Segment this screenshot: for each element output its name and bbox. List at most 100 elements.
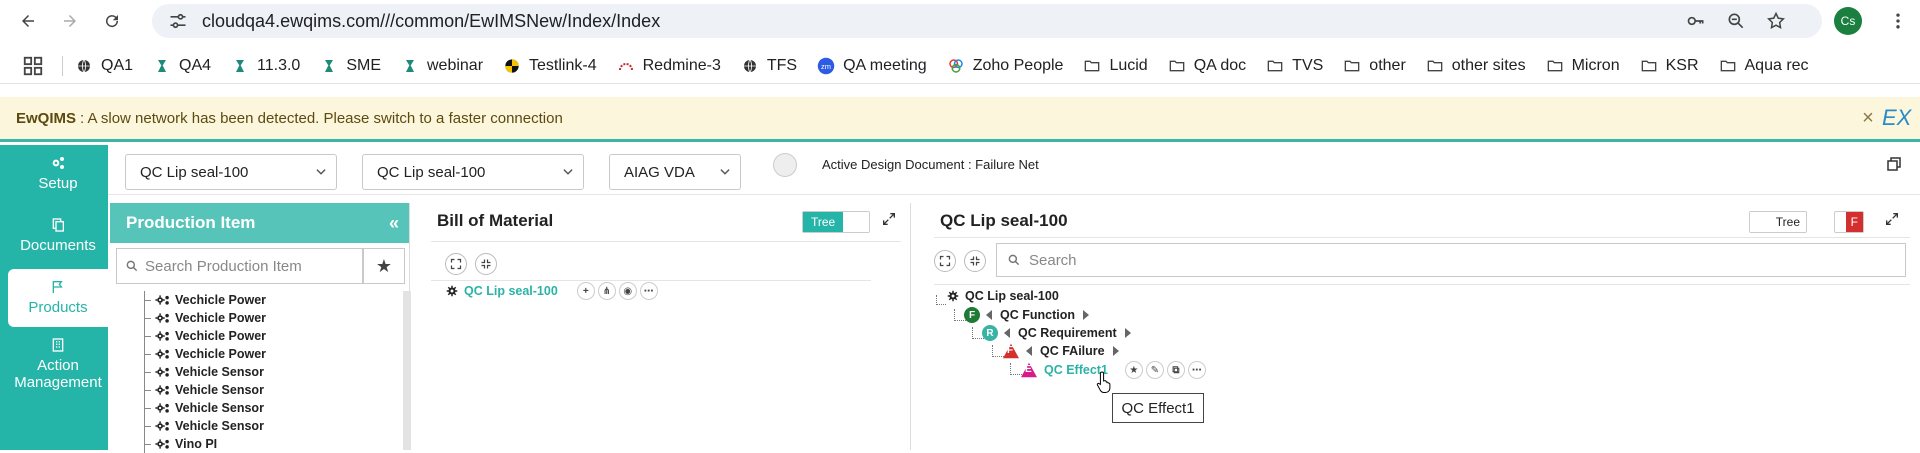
edit-icon[interactable]: ✎ [1145,361,1164,379]
production-scrollbar[interactable] [403,291,411,450]
back-button[interactable] [10,3,46,39]
bookmark-tfs[interactable]: TFS [741,57,797,75]
folder-icon [1426,57,1444,75]
bom-collapse-all-button[interactable] [475,253,497,275]
nav-item-documents[interactable]: Documents [8,217,108,254]
key-icon[interactable] [1686,11,1706,31]
caret-left-icon[interactable] [1026,346,1032,356]
star-icon[interactable]: ★ [1124,361,1143,379]
bookmark-testlink-4[interactable]: Testlink-4 [503,57,597,75]
tree-line [138,435,152,453]
production-tree-item[interactable]: Vechicle Power [138,309,400,327]
bookmark-label: QA meeting [843,56,927,74]
address-bar[interactable]: cloudqa4.ewqims.com///common/EwIMSNew/In… [152,4,1822,38]
reload-button[interactable] [94,3,130,39]
profile-avatar[interactable]: Cs [1834,7,1862,35]
qc-f-toggle[interactable]: F [1834,211,1864,233]
product-select-2[interactable]: QC Lip seal-100 [362,154,584,190]
folder-icon [1343,57,1361,75]
nav-item-action-management[interactable]: Action Management [8,337,108,391]
bookmark-qa1[interactable]: QA1 [75,57,133,75]
left-navigation: Setup Documents Products Action Manageme… [0,145,108,450]
standard-select[interactable]: AIAG VDA [609,154,741,190]
qc-tree-toggle[interactable]: Tree [1749,211,1807,233]
production-tree-item[interactable]: Vino PI [138,435,400,453]
site-settings-icon[interactable] [168,11,188,31]
bookmark-redmine-3[interactable]: Redmine-3 [617,57,721,75]
caret-left-icon[interactable] [1004,328,1010,338]
bookmark-micron[interactable]: Micron [1546,57,1620,75]
caret-right-icon[interactable] [1083,310,1089,320]
layers-icon[interactable] [773,153,797,177]
apps-grid-icon[interactable] [22,55,44,77]
more-icon[interactable]: ⋯ [639,282,658,300]
view-icon[interactable]: ◉ [618,282,637,300]
nav-item-products[interactable]: Products [8,269,108,327]
function-node[interactable]: F QC Function [964,307,1089,323]
star-bookmark-icon[interactable] [1766,11,1786,31]
close-icon[interactable]: × [1858,108,1878,128]
bookmark-other-sites[interactable]: other sites [1426,57,1526,75]
qc-expand-all-button[interactable] [934,250,956,272]
caret-right-icon[interactable] [1124,328,1131,338]
bookmark-zoho-people[interactable]: Zoho People [947,57,1063,75]
favorites-button[interactable]: ★ [363,248,405,284]
production-tree-item[interactable]: Vechicle Power [138,327,400,345]
production-tree-item[interactable]: Vechicle Power [138,345,400,363]
function-badge: F [964,307,980,323]
nav-item-setup[interactable]: Setup [8,155,108,192]
requirement-badge: R [982,325,998,341]
bookmark-11-3-0[interactable]: 11.3.0 [231,57,300,75]
chevron-down-icon [563,169,573,175]
tree-line [138,417,152,435]
bookmark-sme[interactable]: SME [320,57,381,75]
hierarchy-icon[interactable]: ⋔ [597,282,616,300]
bom-expand-all-button[interactable] [445,253,467,275]
production-tree-label: Vehicle Sensor [175,383,264,397]
production-tree-item[interactable]: Vehicle Sensor [138,381,400,399]
zoom-icon[interactable] [1726,11,1746,31]
bom-root-node[interactable]: QC Lip seal-100 + ⋔ ◉ ⋯ [443,282,658,300]
add-icon[interactable]: + [576,282,595,300]
forward-button[interactable] [52,3,88,39]
zoho-icon [947,57,965,75]
bill-of-material-panel: Bill of Material Tree QC Lip seal-100 + … [421,203,911,450]
qc-collapse-all-button[interactable] [964,250,986,272]
chevron-down-icon [720,169,730,175]
bookmark-label: TVS [1292,56,1324,74]
caret-right-icon[interactable] [1112,346,1119,356]
production-tree-label: Vechicle Power [175,293,267,307]
bookmark-aqua-rec[interactable]: Aqua rec [1719,57,1809,75]
bookmark-qa4[interactable]: QA4 [153,57,211,75]
production-search-input[interactable]: Search Production Item [116,248,363,284]
expand-icon[interactable] [881,211,897,227]
bookmark-webinar[interactable]: webinar [401,57,483,75]
collapse-icon[interactable]: « [389,213,399,234]
bookmark-other[interactable]: other [1343,57,1406,75]
browser-menu-icon[interactable] [1888,9,1908,33]
copy-icon[interactable]: ⧉ [1166,361,1185,379]
bookmark-lucid[interactable]: Lucid [1083,57,1148,75]
product-select-1[interactable]: QC Lip seal-100 [125,154,337,190]
caret-left-icon[interactable] [986,310,992,320]
production-tree-item[interactable]: Vehicle Sensor [138,363,400,381]
product-select-2-value: QC Lip seal-100 [377,163,486,181]
gears-icon [155,313,169,323]
production-tree-item[interactable]: Vehicle Sensor [138,417,400,435]
failure-node[interactable]: F QC FAilure [1002,343,1119,359]
more-icon[interactable]: ⋯ [1187,361,1206,379]
qc-toggle-label: Tree [1775,215,1800,229]
production-tree-item[interactable]: Vechicle Power [138,291,400,309]
production-tree-item[interactable]: Vehicle Sensor [138,399,400,417]
copy-window-icon[interactable] [1885,155,1903,173]
bookmark-tvs[interactable]: TVS [1266,57,1323,75]
requirement-node[interactable]: R QC Requirement [982,325,1131,341]
bookmark-label: KSR [1665,56,1699,74]
bookmark-qa-meeting[interactable]: zm QA meeting [817,57,927,75]
bom-tree-toggle[interactable]: Tree [802,211,871,233]
qc-search-input[interactable]: Search [996,243,1906,277]
bookmark-qa-doc[interactable]: QA doc [1168,57,1246,75]
qc-root-node[interactable]: QC Lip seal-100 [944,289,1059,303]
expand-icon[interactable] [1884,211,1900,227]
bookmark-ksr[interactable]: KSR [1640,57,1699,75]
